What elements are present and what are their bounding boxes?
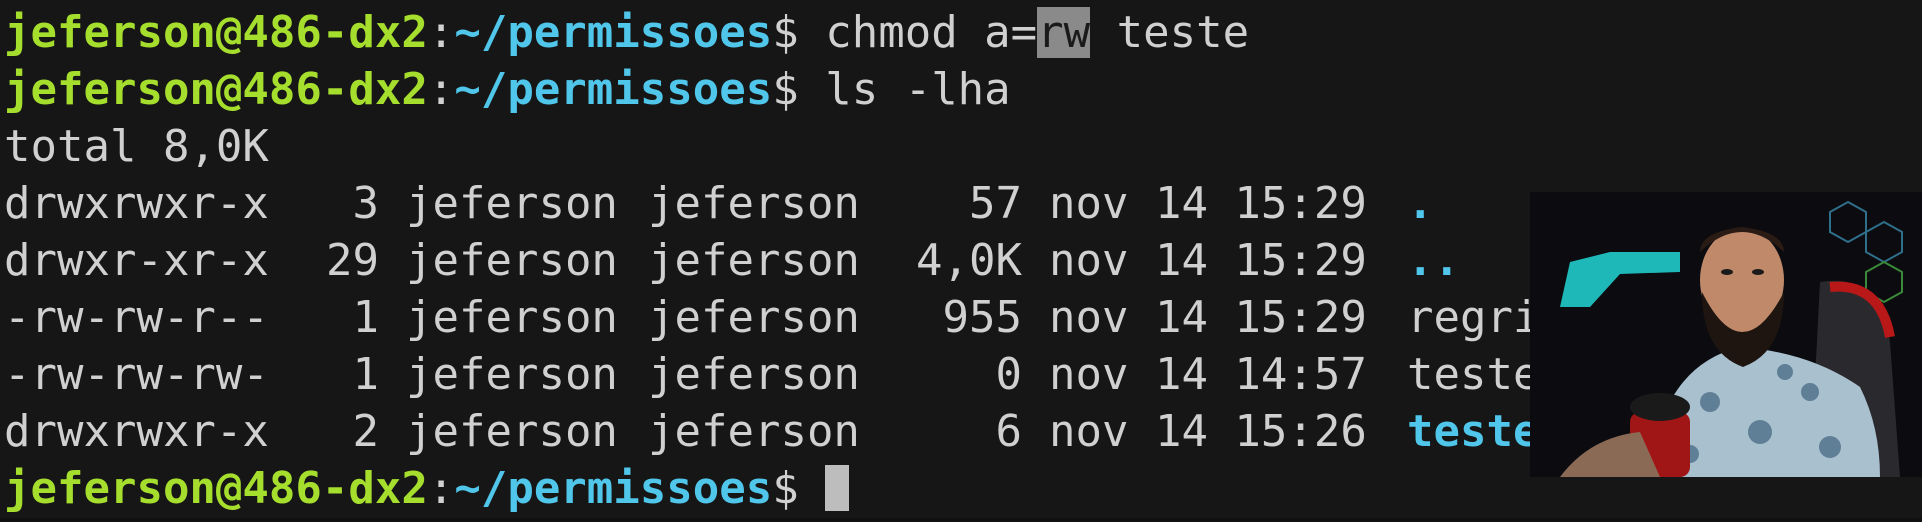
link-count: 2 (352, 406, 380, 457)
prompt-symbol: $ (772, 463, 799, 514)
terminal-output: jeferson@486-dx2:~/permissoes$ chmod a=r… (4, 4, 1619, 517)
group: jeferson (648, 406, 860, 457)
modified-date: nov 14 15:26 (1049, 406, 1367, 457)
terminal-window[interactable]: jeferson@486-dx2:~/permissoes$ chmod a=r… (0, 0, 1922, 522)
command-text-before: chmod a= (825, 7, 1038, 58)
file-size: 955 (942, 292, 1022, 343)
presenter-webcam-overlay (1530, 192, 1922, 477)
file-name: .. (1407, 235, 1460, 286)
file-name: . (1407, 178, 1434, 229)
owner: jeferson (406, 406, 618, 457)
prompt-path: ~/permissoes (454, 7, 773, 58)
listing-row: drwxrwxr-x 3 jeferson jeferson 57 nov 14 15:2… (4, 175, 1619, 232)
listing-row: drwxrwxr-x 2 jeferson jeferson 6 nov 14 15:26… (4, 403, 1619, 460)
listing-row: drwxr-xr-x 29 jeferson jeferson 4,0K nov 14 1… (4, 232, 1619, 289)
file-size: 4,0K (916, 235, 1022, 286)
permissions: -rw-rw-r-- (4, 292, 269, 343)
total-line: total 8,0K (4, 121, 269, 172)
prompt-symbol: $ (772, 7, 799, 58)
modified-date: nov 14 15:29 (1049, 235, 1367, 286)
owner: jeferson (406, 292, 618, 343)
modified-date: nov 14 14:57 (1049, 349, 1367, 400)
file-size: 57 (969, 178, 1022, 229)
command-line-ls: jeferson@486-dx2:~/permissoes$ ls -lha (4, 61, 1619, 118)
prompt-separator: : (427, 463, 455, 514)
owner: jeferson (406, 178, 618, 229)
bottom-edge (0, 518, 1922, 522)
prompt-user-host: jeferson@486-dx2 (4, 7, 428, 58)
link-count: 3 (352, 178, 380, 229)
link-count: 1 (352, 349, 380, 400)
prompt-separator: : (427, 7, 455, 58)
permissions: drwxr-xr-x (4, 235, 269, 286)
prompt-path: ~/permissoes (454, 463, 773, 514)
modified-date: nov 14 15:29 (1049, 178, 1367, 229)
prompt-separator: : (427, 64, 455, 115)
webcam-feed-icon (1530, 192, 1922, 477)
owner: jeferson (406, 235, 618, 286)
prompt-user-host: jeferson@486-dx2 (4, 64, 428, 115)
permissions: drwxrwxr-x (4, 178, 269, 229)
command-text: ls -lha (825, 64, 1011, 115)
active-prompt-line[interactable]: jeferson@486-dx2:~/permissoes$ (4, 460, 1619, 517)
modified-date: nov 14 15:29 (1049, 292, 1367, 343)
text-cursor[interactable] (824, 465, 849, 511)
link-count: 29 (326, 235, 379, 286)
file-size: 6 (995, 406, 1023, 457)
file-size: 0 (995, 349, 1023, 400)
permissions: -rw-rw-rw- (4, 349, 269, 400)
permissions: drwxrwxr-x (4, 406, 269, 457)
group: jeferson (648, 235, 860, 286)
listing-row: -rw-rw-rw- 1 jeferson jeferson 0 nov 14 14:57… (4, 346, 1619, 403)
prompt-user-host: jeferson@486-dx2 (4, 463, 428, 514)
group: jeferson (648, 349, 860, 400)
prompt-symbol: $ (772, 64, 799, 115)
group: jeferson (648, 292, 860, 343)
group: jeferson (648, 178, 860, 229)
command-text-after: teste (1090, 7, 1250, 58)
command-line-chmod: jeferson@486-dx2:~/permissoes$ chmod a=r… (4, 4, 1619, 61)
prompt-path: ~/permissoes (454, 64, 773, 115)
link-count: 1 (352, 292, 380, 343)
file-name: teste (1407, 349, 1540, 400)
listing-row: -rw-rw-r-- 1 jeferson jeferson 955 nov 14 15:… (4, 289, 1619, 346)
selected-text[interactable]: rw (1037, 7, 1091, 58)
owner: jeferson (406, 349, 618, 400)
